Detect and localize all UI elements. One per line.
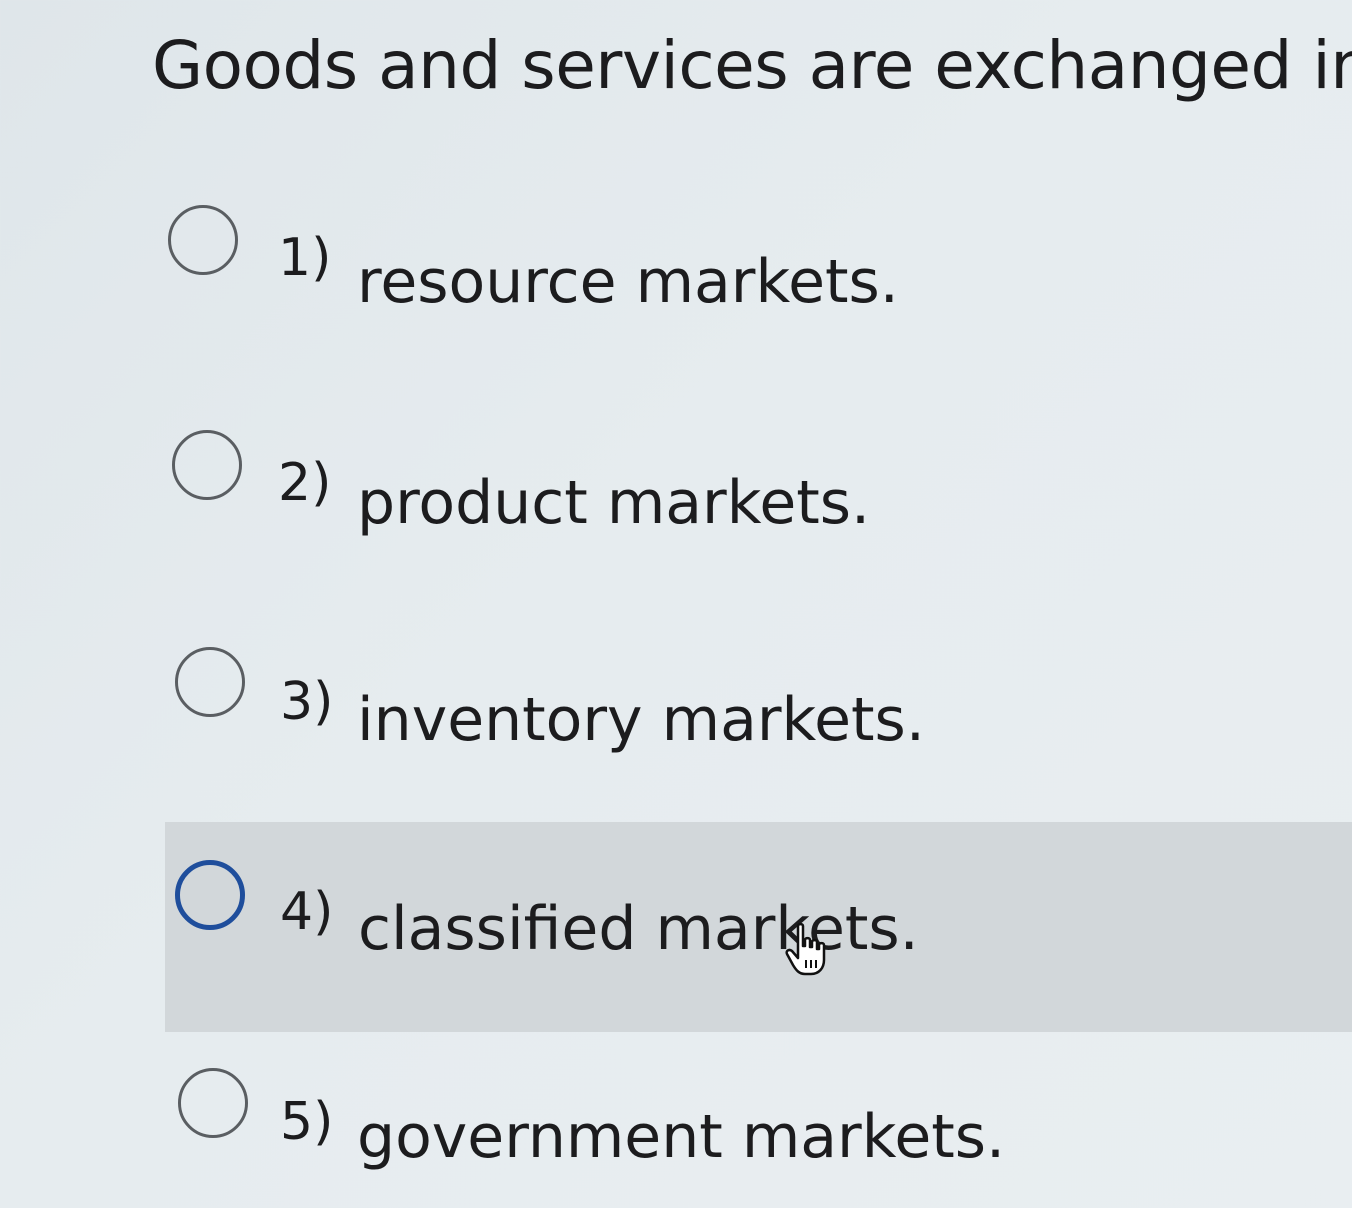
option-number-3: 3) <box>280 672 334 732</box>
radio-button-5[interactable] <box>178 1068 248 1138</box>
question-text: Goods and services are exchanged in: <box>152 27 1352 104</box>
answer-option-3[interactable]: 3) inventory markets. <box>0 620 1352 820</box>
option-number-2: 2) <box>278 453 332 513</box>
option-number-1: 1) <box>278 228 332 288</box>
answer-option-1[interactable]: 1) resource markets. <box>0 180 1352 380</box>
option-label-4: classified markets. <box>358 894 919 964</box>
option-label-2: product markets. <box>357 468 871 538</box>
option-label-5: government markets. <box>357 1102 1006 1172</box>
radio-button-4[interactable] <box>175 860 245 930</box>
option-number-4: 4) <box>280 882 334 942</box>
radio-button-2[interactable] <box>172 430 242 500</box>
option-label-1: resource markets. <box>357 247 899 317</box>
answer-option-4[interactable]: 4) classified markets. <box>165 822 1352 1032</box>
hand-pointer-icon <box>785 922 826 976</box>
answer-option-2[interactable]: 2) product markets. <box>0 400 1352 600</box>
radio-button-3[interactable] <box>175 647 245 717</box>
radio-button-1[interactable] <box>168 205 238 275</box>
option-label-3: inventory markets. <box>357 685 925 755</box>
answer-option-5[interactable]: 5) government markets. <box>0 1040 1352 1208</box>
option-number-5: 5) <box>280 1092 334 1152</box>
